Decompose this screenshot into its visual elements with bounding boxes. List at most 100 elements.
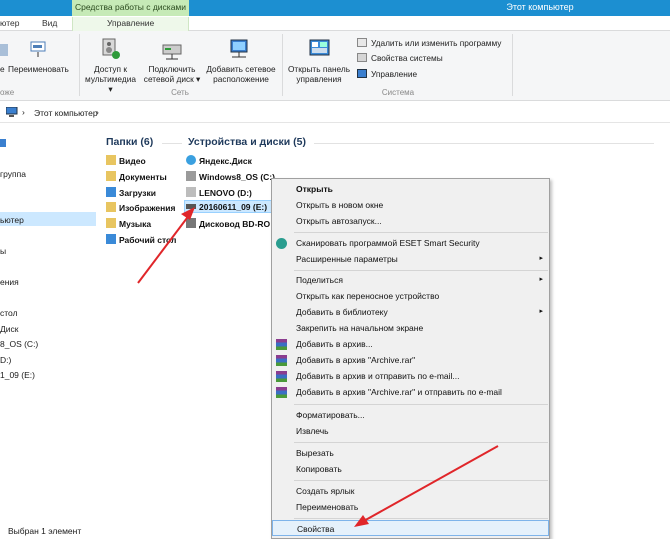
menu-eset-scan[interactable]: Сканировать программой ESET Smart Securi… <box>272 235 549 251</box>
drive-label: Дисковод BD-RO <box>199 219 271 229</box>
hard-drive-icon <box>186 171 196 181</box>
nav-icon <box>0 139 6 147</box>
status-bar-text: Выбран 1 элемент <box>8 526 82 536</box>
address-separator[interactable]: › <box>22 107 25 117</box>
tab-manage[interactable]: Управление <box>72 17 189 31</box>
menu-label: Свойства <box>297 524 335 534</box>
folder-video[interactable]: Видео <box>106 155 146 166</box>
open-control-panel-button[interactable]: Открыть панель управления <box>286 64 352 84</box>
drive-label: Яндекс.Диск <box>199 156 252 166</box>
nav-item[interactable]: стол <box>0 308 18 318</box>
documents-folder-icon <box>106 171 116 181</box>
menu-eject[interactable]: Извлечь <box>272 423 549 439</box>
drive-d[interactable]: LENOVO (D:) <box>186 187 252 198</box>
menu-cut[interactable]: Вырезать <box>272 445 549 461</box>
media-access-label-1: Доступ к <box>94 64 127 74</box>
optical-drive-icon <box>186 218 196 228</box>
menu-separator <box>294 404 548 405</box>
menu-label: Добавить в библиотеку <box>296 307 388 317</box>
drive-label: LENOVO (D:) <box>199 188 252 198</box>
menu-label: Создать ярлык <box>296 486 355 496</box>
tab-view[interactable]: Вид <box>42 17 57 31</box>
uninstall-program-button[interactable]: Удалить или изменить программу <box>357 38 501 49</box>
left-cut-label: е <box>0 64 5 74</box>
map-drive-label-2: сетевой диск ▾ <box>143 74 201 84</box>
drive-label: 20160611_09 (E:) <box>199 202 268 212</box>
menu-format[interactable]: Форматировать... <box>272 407 549 423</box>
menu-label: Извлечь <box>296 426 329 436</box>
folder-label: Рабочий стол <box>119 235 177 245</box>
nav-item[interactable]: 1_09 (E:) <box>0 370 35 380</box>
map-drive-icon <box>161 39 185 61</box>
menu-add-to-library[interactable]: Добавить в библиотеку ▸ <box>272 304 549 320</box>
menu-add-to-archive[interactable]: Добавить в архив... <box>272 336 549 352</box>
drive-c[interactable]: Windows8_OS (C:) <box>186 171 275 182</box>
folder-desktop[interactable]: Рабочий стол <box>106 234 176 245</box>
nav-item[interactable]: Диск <box>0 324 18 334</box>
system-group-label: Система <box>381 88 415 97</box>
menu-advanced-options[interactable]: Расширенные параметры ▸ <box>272 251 549 267</box>
programs-icon <box>357 38 367 47</box>
menu-label: Вырезать <box>296 448 334 458</box>
computer-management-button[interactable]: Управление <box>357 69 417 80</box>
nav-item[interactable]: ы <box>0 246 6 256</box>
folder-music[interactable]: Музыка <box>106 218 151 229</box>
folder-documents[interactable]: Документы <box>106 171 167 182</box>
folder-pictures[interactable]: Изображения <box>106 202 175 213</box>
menu-pin-to-start[interactable]: Закрепить на начальном экране <box>272 320 549 336</box>
winrar-icon <box>276 339 287 350</box>
address-path[interactable]: Этот компьютер <box>34 108 98 118</box>
submenu-arrow-icon: ▸ <box>539 276 543 283</box>
drive-e[interactable]: 20160611_09 (E:) <box>186 202 267 212</box>
nav-item[interactable]: D:) <box>0 355 11 365</box>
tab-computer[interactable]: ютер <box>0 17 19 31</box>
menu-open[interactable]: Открыть <box>272 181 549 197</box>
nav-item[interactable]: группа <box>0 169 26 179</box>
folder-label: Загрузки <box>119 188 156 198</box>
window-title: Этот компьютер <box>506 2 574 12</box>
menu-open-autoplay[interactable]: Открыть автозапуск... <box>272 213 549 229</box>
devices-header[interactable]: Устройства и диски (5) <box>188 136 306 148</box>
menu-archive-rar-and-email[interactable]: Добавить в архив "Archive.rar" и отправи… <box>272 384 549 400</box>
nav-item[interactable]: ения <box>0 277 19 287</box>
rename-button[interactable]: Переименовать <box>8 64 69 74</box>
menu-copy[interactable]: Копировать <box>272 461 549 477</box>
folder-label: Изображения <box>119 203 176 213</box>
hard-drive-icon <box>186 187 196 197</box>
drive-bd-rom[interactable]: Дисковод BD-RO <box>186 218 270 229</box>
menu-separator <box>294 518 548 519</box>
system-properties-label: Свойства системы <box>371 53 443 63</box>
music-folder-icon <box>106 218 116 228</box>
menu-open-as-portable[interactable]: Открыть как переносное устройство <box>272 288 549 304</box>
properties-icon <box>0 44 8 56</box>
address-separator[interactable]: › <box>96 107 99 117</box>
menu-label: Закрепить на начальном экране <box>296 323 424 333</box>
drive-yandex-disk[interactable]: Яндекс.Диск <box>186 155 252 166</box>
folder-label: Музыка <box>119 219 152 229</box>
menu-rename[interactable]: Переименовать <box>272 499 549 515</box>
menu-create-shortcut[interactable]: Создать ярлык <box>272 483 549 499</box>
menu-label: Добавить в архив "Archive.rar" и отправи… <box>296 387 502 397</box>
section-divider <box>162 143 182 144</box>
network-location-label-2: расположение <box>213 74 269 84</box>
address-bar[interactable] <box>0 104 670 123</box>
menu-open-new-window[interactable]: Открыть в новом окне <box>272 197 549 213</box>
menu-archive-and-email[interactable]: Добавить в архив и отправить по e-mail..… <box>272 368 549 384</box>
checklist-icon <box>357 53 367 62</box>
submenu-arrow-icon: ▸ <box>539 255 543 262</box>
control-panel-label-1: Открыть панель <box>287 64 351 74</box>
nav-item-this-pc[interactable]: ьютер <box>0 215 24 225</box>
downloads-folder-icon <box>106 187 116 197</box>
system-properties-button[interactable]: Свойства системы <box>357 53 443 64</box>
menu-share[interactable]: Поделиться ▸ <box>272 272 549 288</box>
menu-properties[interactable]: Свойства <box>272 520 549 536</box>
folder-downloads[interactable]: Загрузки <box>106 187 156 198</box>
folders-header[interactable]: Папки (6) <box>106 136 153 148</box>
nav-item[interactable]: 8_OS (C:) <box>0 339 38 349</box>
menu-add-to-archive-rar[interactable]: Добавить в архив "Archive.rar" <box>272 352 549 368</box>
control-panel-icon <box>308 38 332 60</box>
add-network-location-button[interactable]: Добавить сетевое расположение <box>204 64 278 84</box>
winrar-icon <box>276 387 287 398</box>
section-divider <box>314 143 654 144</box>
map-drive-button[interactable]: Подключить сетевой диск ▾ <box>142 64 202 84</box>
